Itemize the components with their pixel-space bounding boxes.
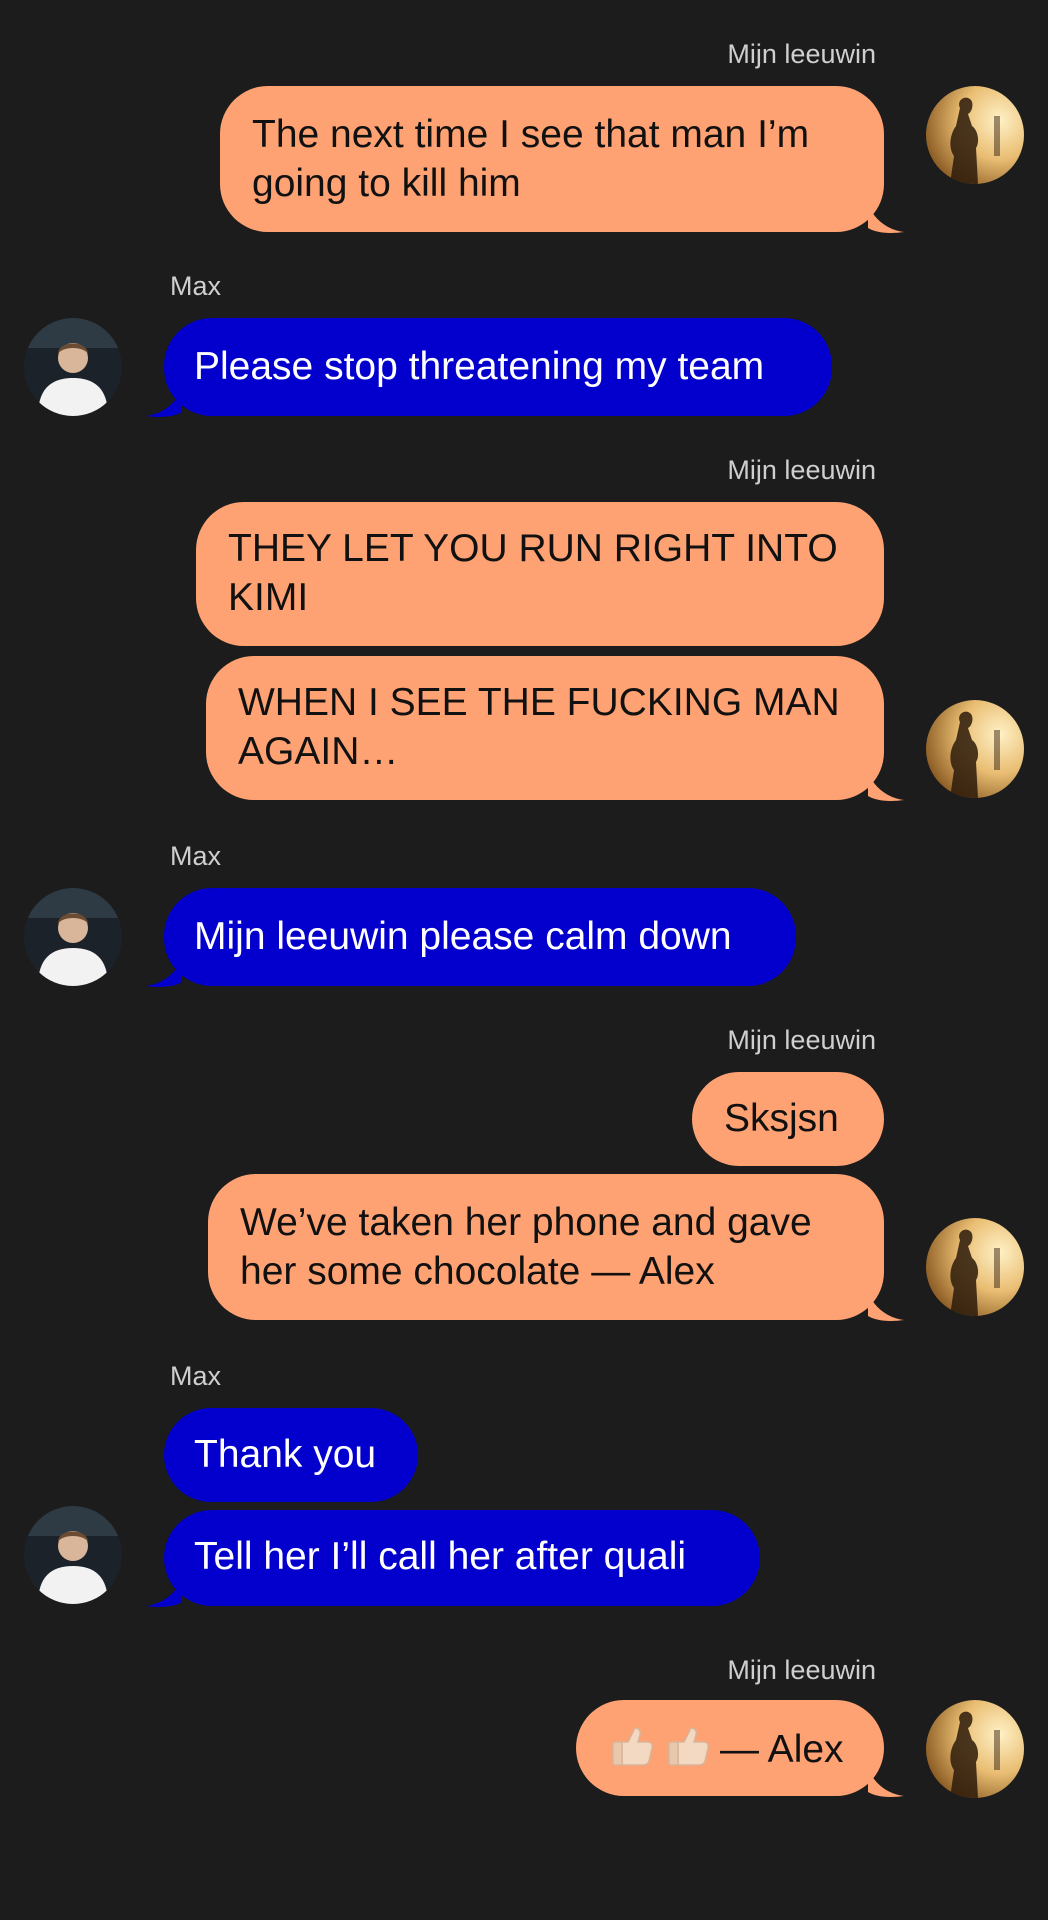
bubble-tail-left bbox=[146, 1578, 182, 1607]
sender-name-max: Max bbox=[170, 1361, 222, 1391]
bubble-tail-right bbox=[868, 772, 904, 801]
sender-name-mijn-leeuwin: Mijn leeuwin bbox=[727, 1025, 876, 1055]
avatar-max[interactable] bbox=[24, 318, 122, 416]
message-line: We’ve taken her phone and gave bbox=[240, 1201, 812, 1244]
avatar-silhouette-image bbox=[926, 86, 1024, 184]
bubble-tail-right bbox=[868, 204, 904, 233]
message-bubble-incoming[interactable]: Tell her I’ll call her after quali bbox=[164, 1510, 760, 1606]
message-bubble-incoming[interactable]: Mijn leeuwin please calm down bbox=[164, 888, 796, 986]
message-line: Please stop threatening my team bbox=[194, 345, 765, 388]
avatar-mijn-leeuwin[interactable] bbox=[926, 86, 1024, 184]
message-bubble-outgoing[interactable]: Sksjsn bbox=[692, 1072, 884, 1166]
avatar-person-image bbox=[24, 888, 122, 986]
thumbs-up-icon bbox=[612, 1727, 653, 1766]
message-line: KIMI bbox=[228, 576, 309, 619]
message-bubble-outgoing[interactable]: We’ve taken her phone and gave her some … bbox=[208, 1174, 884, 1320]
avatar-person-image bbox=[24, 318, 122, 416]
avatar-silhouette-image bbox=[926, 700, 1024, 798]
avatar-person-image bbox=[24, 1506, 122, 1604]
sender-name-max: Max bbox=[170, 841, 222, 871]
message-bubble-outgoing[interactable]: THEY LET YOU RUN RIGHT INTO KIMI bbox=[196, 502, 884, 646]
message-bubble-incoming[interactable]: Thank you bbox=[164, 1408, 418, 1502]
sender-name-mijn-leeuwin: Mijn leeuwin bbox=[727, 1655, 876, 1685]
sender-name-max: Max bbox=[170, 271, 222, 301]
message-line: THEY LET YOU RUN RIGHT INTO bbox=[228, 527, 838, 570]
message-bubble-outgoing[interactable]: — Alex bbox=[576, 1700, 884, 1796]
message-line: WHEN I SEE THE FUCKING MAN bbox=[238, 681, 840, 724]
message-line: AGAIN… bbox=[238, 730, 399, 773]
message-line: going to kill him bbox=[252, 162, 521, 205]
avatar-silhouette-image bbox=[926, 1218, 1024, 1316]
sender-name-mijn-leeuwin: Mijn leeuwin bbox=[727, 455, 876, 485]
message-bubble-outgoing[interactable]: The next time I see that man I’m going t… bbox=[220, 86, 884, 232]
bubble-tail-right bbox=[868, 1292, 904, 1321]
thumbs-up-icon bbox=[668, 1727, 709, 1766]
message-line: Sksjsn bbox=[724, 1097, 839, 1140]
sender-name-mijn-leeuwin: Mijn leeuwin bbox=[727, 39, 876, 69]
bubble-tail-left bbox=[146, 958, 182, 987]
avatar-mijn-leeuwin[interactable] bbox=[926, 700, 1024, 798]
message-bubble-incoming[interactable]: Please stop threatening my team bbox=[164, 318, 832, 416]
bubble-tail-right bbox=[868, 1768, 904, 1797]
bubble-tail-left bbox=[146, 388, 182, 417]
message-signature: — Alex bbox=[720, 1728, 844, 1771]
message-line: The next time I see that man I’m bbox=[252, 113, 810, 156]
message-line: — Alex bbox=[608, 1722, 852, 1774]
avatar-mijn-leeuwin[interactable] bbox=[926, 1218, 1024, 1316]
message-line: her some chocolate — Alex bbox=[240, 1250, 715, 1293]
avatar-max[interactable] bbox=[24, 1506, 122, 1604]
message-line: Tell her I’ll call her after quali bbox=[194, 1535, 687, 1578]
message-line: Mijn leeuwin please calm down bbox=[194, 915, 732, 958]
avatar-mijn-leeuwin[interactable] bbox=[926, 1700, 1024, 1798]
message-bubble-outgoing[interactable]: WHEN I SEE THE FUCKING MAN AGAIN… bbox=[206, 656, 884, 800]
avatar-max[interactable] bbox=[24, 888, 122, 986]
avatar-silhouette-image bbox=[926, 1700, 1024, 1798]
message-line: Thank you bbox=[194, 1433, 377, 1476]
